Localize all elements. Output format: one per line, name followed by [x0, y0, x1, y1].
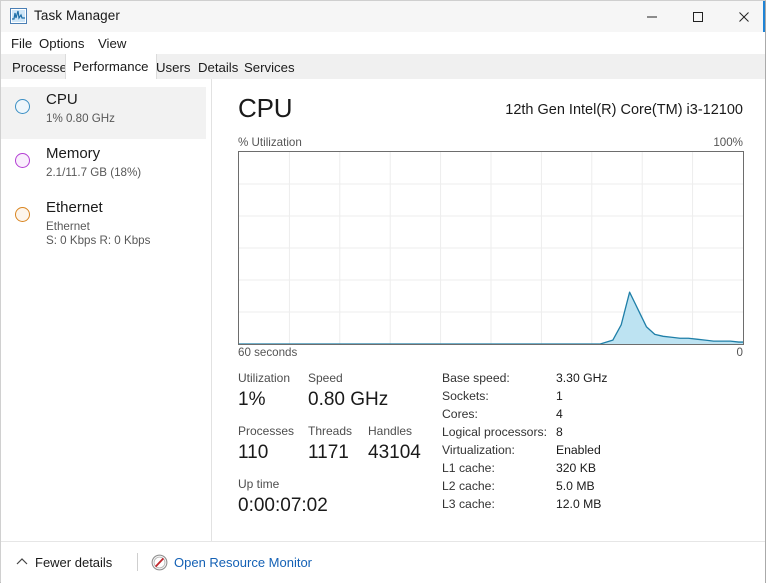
resource-monitor-label: Open Resource Monitor: [174, 554, 313, 570]
stat-label-speed: Speed: [308, 371, 343, 385]
minimize-icon[interactable]: [629, 1, 675, 32]
spec-row: Sockets: 1: [442, 389, 742, 407]
spec-value: 1: [556, 389, 563, 403]
stat-value-handles: 43104: [368, 442, 421, 463]
tab-performance[interactable]: Performance: [65, 54, 157, 79]
menu-item-view[interactable]: View: [93, 35, 131, 52]
spec-key: L3 cache:: [442, 497, 495, 511]
sidebar-item-cpu[interactable]: CPU 1% 0.80 GHz: [1, 87, 206, 139]
sidebar-item-sub: 2.1/11.7 GB (18%): [46, 166, 142, 179]
spec-key: Base speed:: [442, 371, 510, 385]
spec-row: Cores: 4: [442, 407, 742, 425]
stat-value-processes: 110: [238, 442, 269, 463]
spec-value: 4: [556, 407, 563, 421]
stat-label-handles: Handles: [368, 424, 413, 438]
graph-x-right-label: 0: [736, 346, 743, 359]
page-title: CPU: [238, 93, 293, 123]
spec-value: 5.0 MB: [556, 479, 595, 493]
stat-value-speed: 0.80 GHz: [308, 389, 389, 410]
performance-pane: CPU 12th Gen Intel(R) Core(TM) i3-12100 …: [212, 79, 765, 541]
title-bar: Task Manager: [1, 1, 765, 33]
spec-row: Logical processors: 8: [442, 425, 742, 443]
spec-value: 12.0 MB: [556, 497, 602, 511]
stat-value-utilization: 1%: [238, 389, 266, 410]
spec-value: 3.30 GHz: [556, 371, 608, 385]
memory-indicator-icon: [15, 153, 30, 168]
sidebar-item-sub: Ethernet: [46, 220, 90, 233]
chevron-up-icon: [16, 558, 28, 565]
sidebar-item-label: CPU: [46, 91, 78, 108]
graph-x-left-label: 60 seconds: [238, 346, 298, 359]
spec-key: Sockets:: [442, 389, 489, 403]
sidebar-item-ethernet[interactable]: Ethernet Ethernet S: 0 Kbps R: 0 Kbps: [1, 195, 206, 259]
spec-row: Virtualization: Enabled: [442, 443, 742, 461]
close-icon[interactable]: [721, 1, 766, 32]
chart-icon: [10, 8, 27, 24]
menu-item-options[interactable]: Options: [34, 35, 89, 52]
spec-value: 8: [556, 425, 563, 439]
graph-y-axis-label: % Utilization: [238, 136, 302, 149]
ethernet-indicator-icon: [15, 207, 30, 222]
fewer-details-button[interactable]: Fewer details: [13, 553, 112, 571]
menu-bar: File Options View: [1, 32, 765, 54]
tab-services[interactable]: Services: [237, 56, 302, 79]
sidebar: CPU 1% 0.80 GHz Memory 2.1/11.7 GB (18%)…: [1, 79, 212, 541]
window-title: Task Manager: [34, 8, 120, 23]
status-bar: Fewer details Open Resource Monitor: [1, 541, 765, 583]
sidebar-item-memory[interactable]: Memory 2.1/11.7 GB (18%): [1, 141, 206, 193]
status-divider: [137, 553, 138, 571]
spec-key: L1 cache:: [442, 461, 495, 475]
tab-strip: Processes Performance Users Details Serv…: [1, 54, 765, 80]
cpu-utilization-graph: [238, 151, 744, 345]
spec-row: L1 cache: 320 KB: [442, 461, 742, 479]
menu-item-file[interactable]: File: [6, 35, 37, 52]
stat-label-threads: Threads: [308, 424, 353, 438]
spec-value: 320 KB: [556, 461, 596, 475]
stat-value-threads: 1171: [308, 442, 349, 463]
stat-label-uptime: Up time: [238, 477, 280, 491]
sidebar-item-label: Ethernet: [46, 199, 103, 216]
open-resource-monitor-link[interactable]: Open Resource Monitor: [151, 552, 312, 572]
sidebar-item-sub2: S: 0 Kbps R: 0 Kbps: [46, 234, 151, 247]
stat-label-processes: Processes: [238, 424, 295, 438]
spec-key: Virtualization:: [442, 443, 515, 457]
spec-row: Base speed: 3.30 GHz: [442, 371, 742, 389]
cpu-model-label: 12th Gen Intel(R) Core(TM) i3-12100: [505, 102, 743, 118]
maximize-icon[interactable]: [675, 1, 721, 32]
spec-row: L3 cache: 12.0 MB: [442, 497, 742, 515]
stat-value-uptime: 0:00:07:02: [238, 495, 328, 516]
sidebar-item-sub: 1% 0.80 GHz: [46, 112, 115, 125]
spec-key: L2 cache:: [442, 479, 495, 493]
task-manager-window: Task Manager File Options View Processes…: [0, 0, 766, 583]
stat-label-utilization: Utilization: [238, 371, 291, 385]
sidebar-item-label: Memory: [46, 145, 101, 162]
fewer-details-label: Fewer details: [35, 554, 113, 570]
title-accent-bar: [763, 1, 765, 32]
resource-monitor-icon: [151, 554, 168, 570]
spec-key: Logical processors:: [442, 425, 547, 439]
spec-row: L2 cache: 5.0 MB: [442, 479, 742, 497]
spec-value: Enabled: [556, 443, 601, 457]
graph-y-max-label: 100%: [713, 136, 743, 149]
spec-key: Cores:: [442, 407, 478, 421]
cpu-indicator-icon: [15, 99, 30, 114]
